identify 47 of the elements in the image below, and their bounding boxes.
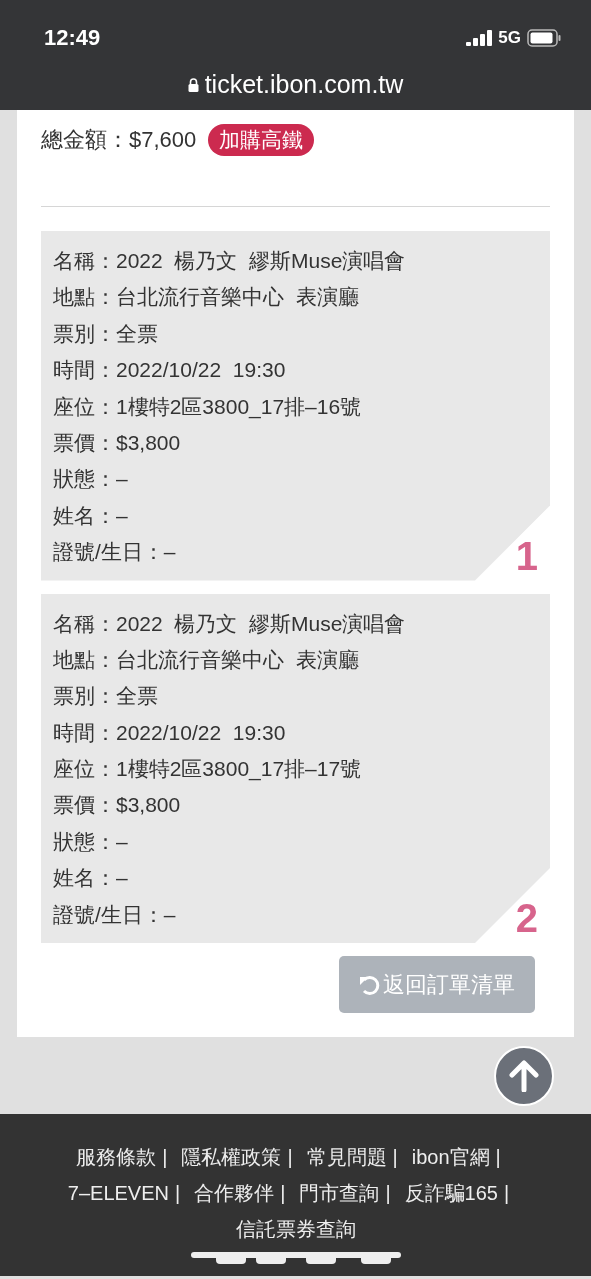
footer-link[interactable]: 隱私權政策 [181,1142,282,1173]
add-rail-button[interactable]: 加購高鐵 [208,124,315,156]
signal-icon [466,30,493,46]
ticket-detail: 票別：全票 [53,683,158,710]
footer-link[interactable]: 常見問題 [306,1142,387,1173]
footer-link[interactable]: 信託票券查詢 [235,1214,356,1245]
footer-link[interactable]: 反詐騙165 [404,1178,498,1209]
footer-link[interactable]: 門市查詢 [299,1178,380,1209]
ticket-detail: 地點：台北流行音樂中心 表演廳 [53,646,359,673]
lock-icon [187,77,199,92]
link-separator: | [392,1145,398,1169]
ticket-detail: 地點：台北流行音樂中心 表演廳 [53,284,359,311]
link-separator: | [385,1181,391,1205]
ticket-detail: 姓名：– [53,502,128,529]
battery-icon [527,29,561,47]
network-label: 5G [498,28,521,48]
link-separator: | [280,1181,286,1205]
undo-icon [359,973,381,996]
link-separator: | [162,1145,168,1169]
ticket-detail: 時間：2022/10/22 19:30 [53,357,286,384]
ticket-detail: 票價：$3,800 [53,792,181,819]
footer-link[interactable]: 服務條款 [76,1142,157,1173]
ticket-detail: 座位：1樓特2區3800_17排–16號 [53,393,362,421]
up-arrow-icon [509,1059,539,1092]
ticket-number: 2 [515,896,538,942]
ticket-detail: 票價：$3,800 [53,429,181,456]
total-amount: 總金額：$7,600 [41,126,197,154]
ticket-detail: 狀態：– [53,828,128,855]
ticket-detail: 座位：1樓特2區3800_17排–17號 [53,756,362,783]
ticket-detail: 名稱：2022 楊乃文 繆斯Muse演唱會 [53,610,406,637]
footer-link[interactable]: ibon官網 [411,1142,490,1173]
ticket-detail: 時間：2022/10/22 19:30 [53,719,286,746]
ticket-detail: 證號/生日：– [53,539,176,566]
ticket-number: 1 [515,533,538,579]
url-text[interactable]: ticket.ibon.com.tw [204,70,404,99]
ticket-detail: 姓名：– [53,865,128,892]
ticket-detail: 狀態：– [53,466,128,493]
link-separator: | [175,1181,181,1205]
link-separator: | [495,1145,501,1169]
clock-time: 12:49 [44,25,101,51]
ticket-detail: 票別：全票 [53,320,158,347]
ticket-detail: 證號/生日：– [53,901,176,928]
ticket-detail: 名稱：2022 楊乃文 繆斯Muse演唱會 [53,248,406,274]
link-separator: | [287,1145,293,1169]
footer-link[interactable]: 7–ELEVEN [67,1178,169,1209]
footer-link[interactable]: 合作夥伴 [194,1178,275,1209]
link-separator: | [503,1181,510,1205]
